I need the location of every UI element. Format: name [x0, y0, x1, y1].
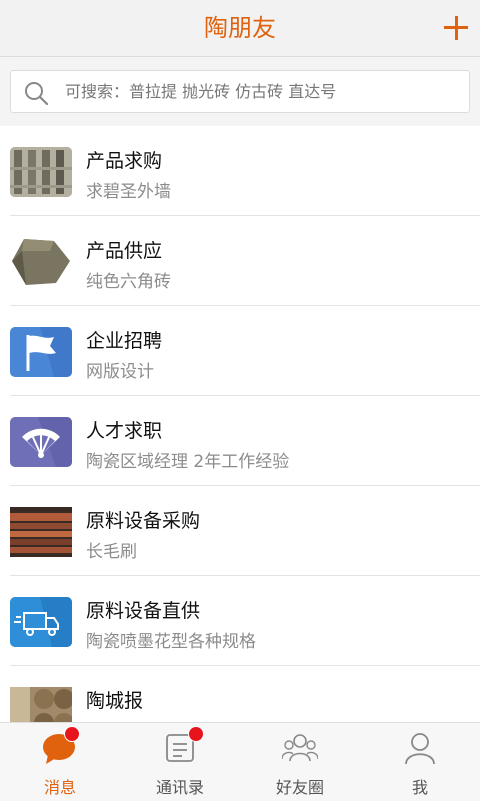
user-icon — [405, 733, 435, 765]
search-input[interactable]: 可搜索：普拉提 抛光砖 仿古砖 直达号 — [10, 70, 470, 113]
bottom-tab-bar: 消息 通讯录 好友圈 我 — [0, 722, 480, 801]
fan-icon — [10, 417, 72, 467]
item-title: 原料设备采购 — [86, 510, 201, 532]
list-item-product-purchase[interactable]: 产品求购 求碧圣外墙 — [0, 126, 480, 216]
list-item-product-supply[interactable]: 产品供应 纯色六角砖 — [0, 216, 480, 306]
search-placeholder: 可搜索：普拉提 抛光砖 仿古砖 直达号 — [65, 82, 337, 101]
unread-badge — [64, 726, 80, 742]
truck-icon — [10, 597, 72, 647]
item-subtitle: 陶瓷区域经理 2年工作经验 — [86, 452, 290, 472]
tab-label: 消息 — [43, 778, 76, 797]
item-title: 产品供应 — [86, 240, 163, 262]
item-subtitle: 网版设计 — [86, 362, 154, 382]
friends-icon — [282, 734, 318, 762]
hexagon-tile-thumbnail — [10, 237, 72, 287]
list-item-material-supply[interactable]: 原料设备直供 陶瓷喷墨花型各种规格 — [0, 576, 480, 666]
flag-icon — [10, 327, 72, 377]
list-item-material-purchase[interactable]: 原料设备采购 长毛刷 — [0, 486, 480, 576]
facade-thumbnail — [10, 147, 72, 197]
plus-icon[interactable] — [436, 8, 476, 48]
tab-messages[interactable]: 消息 — [0, 723, 120, 801]
tab-label: 通讯录 — [155, 778, 204, 797]
item-title: 产品求购 — [86, 150, 163, 172]
item-title: 企业招聘 — [86, 330, 163, 352]
item-subtitle: 陶瓷喷墨花型各种规格 — [86, 632, 256, 652]
category-list: 产品求购 求碧圣外墙 产品供应 纯色六角砖 企业招聘 网版设计 人才求职 陶瓷区… — [0, 126, 480, 722]
search-icon — [25, 82, 49, 106]
factory-thumbnail — [10, 507, 72, 557]
list-item-recruitment[interactable]: 企业招聘 网版设计 — [0, 306, 480, 396]
tab-me[interactable]: 我 — [360, 723, 480, 801]
item-subtitle: 纯色六角砖 — [86, 272, 171, 292]
tab-label: 我 — [411, 778, 428, 797]
page-title: 陶朋友 — [204, 14, 276, 42]
tab-contacts[interactable]: 通讯录 — [120, 723, 240, 801]
item-title: 原料设备直供 — [86, 600, 201, 622]
item-title: 陶城报 — [86, 690, 144, 712]
list-item-newspaper[interactable]: 陶城报 — [0, 666, 480, 722]
app-header: 陶朋友 — [0, 0, 480, 57]
unread-badge — [188, 726, 204, 742]
item-subtitle: 长毛刷 — [86, 542, 137, 562]
item-title: 人才求职 — [86, 420, 163, 442]
tab-friends-circle[interactable]: 好友圈 — [240, 723, 360, 801]
tab-label: 好友圈 — [275, 778, 324, 797]
list-item-job-seeking[interactable]: 人才求职 陶瓷区域经理 2年工作经验 — [0, 396, 480, 486]
tile-pattern-thumbnail — [10, 687, 72, 722]
search-bar: 可搜索：普拉提 抛光砖 仿古砖 直达号 — [0, 57, 480, 126]
item-subtitle: 求碧圣外墙 — [86, 182, 171, 202]
